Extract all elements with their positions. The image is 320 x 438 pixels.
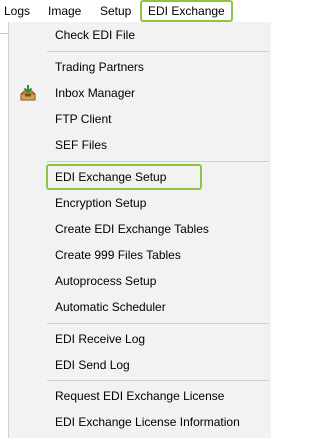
menu-separator	[47, 323, 269, 324]
menu-item-label: Request EDI Exchange License	[55, 389, 225, 403]
menu-item-label: Encryption Setup	[55, 196, 147, 210]
menu-item-label: EDI Exchange Setup	[55, 170, 167, 184]
menu-item-encryption-setup[interactable]: Encryption Setup	[9, 190, 272, 216]
menu-item-label: Check EDI File	[55, 28, 136, 42]
background-window	[0, 22, 8, 438]
menu-separator	[47, 380, 269, 381]
menu-item-autoprocess-setup[interactable]: Autoprocess Setup	[9, 268, 272, 294]
menu-item-label: EDI Send Log	[55, 358, 130, 372]
edi-exchange-dropdown: Check EDI File Trading Partners Inbox Ma…	[8, 22, 271, 438]
menu-item-label: FTP Client	[55, 112, 112, 126]
menu-edi-exchange[interactable]: EDI Exchange	[140, 0, 233, 22]
menu-item-label: Trading Partners	[55, 60, 144, 74]
menu-image[interactable]: Image	[48, 0, 81, 22]
menu-item-label: EDI Receive Log	[55, 332, 146, 346]
menu-item-license-information[interactable]: EDI Exchange License Information	[9, 409, 272, 435]
menu-setup[interactable]: Setup	[100, 0, 131, 22]
menu-item-label: SEF Files	[55, 138, 108, 152]
menu-item-trading-partners[interactable]: Trading Partners	[9, 54, 272, 80]
menu-item-inbox-manager[interactable]: Inbox Manager	[9, 80, 272, 106]
menu-item-automatic-scheduler[interactable]: Automatic Scheduler	[9, 294, 272, 320]
menu-item-label: Autoprocess Setup	[55, 274, 157, 288]
menu-item-label: Automatic Scheduler	[55, 300, 166, 314]
menu-item-label: Create 999 Files Tables	[55, 248, 181, 262]
menu-item-sef-files[interactable]: SEF Files	[9, 132, 272, 158]
menu-item-label: Inbox Manager	[55, 86, 136, 100]
menu-bar: Logs Image Setup EDI Exchange	[0, 0, 271, 22]
menu-item-check-edi-file[interactable]: Check EDI File	[9, 22, 272, 48]
menu-item-edi-receive-log[interactable]: EDI Receive Log	[9, 326, 272, 352]
menu-item-request-license[interactable]: Request EDI Exchange License	[9, 383, 272, 409]
menu-item-label: EDI Exchange License Information	[55, 415, 240, 429]
inbox-icon	[20, 85, 36, 101]
menu-item-create-edi-exchange-tables[interactable]: Create EDI Exchange Tables	[9, 216, 272, 242]
menu-separator	[47, 161, 269, 162]
menu-item-create-999-files-tables[interactable]: Create 999 Files Tables	[9, 242, 272, 268]
menu-item-edi-exchange-setup[interactable]: EDI Exchange Setup	[9, 164, 272, 190]
menu-item-label: Create EDI Exchange Tables	[55, 222, 209, 236]
divider	[0, 33, 8, 34]
menu-item-ftp-client[interactable]: FTP Client	[9, 106, 272, 132]
menu-logs[interactable]: Logs	[4, 0, 30, 22]
menu-separator	[47, 51, 269, 52]
menu-item-edi-send-log[interactable]: EDI Send Log	[9, 352, 272, 378]
